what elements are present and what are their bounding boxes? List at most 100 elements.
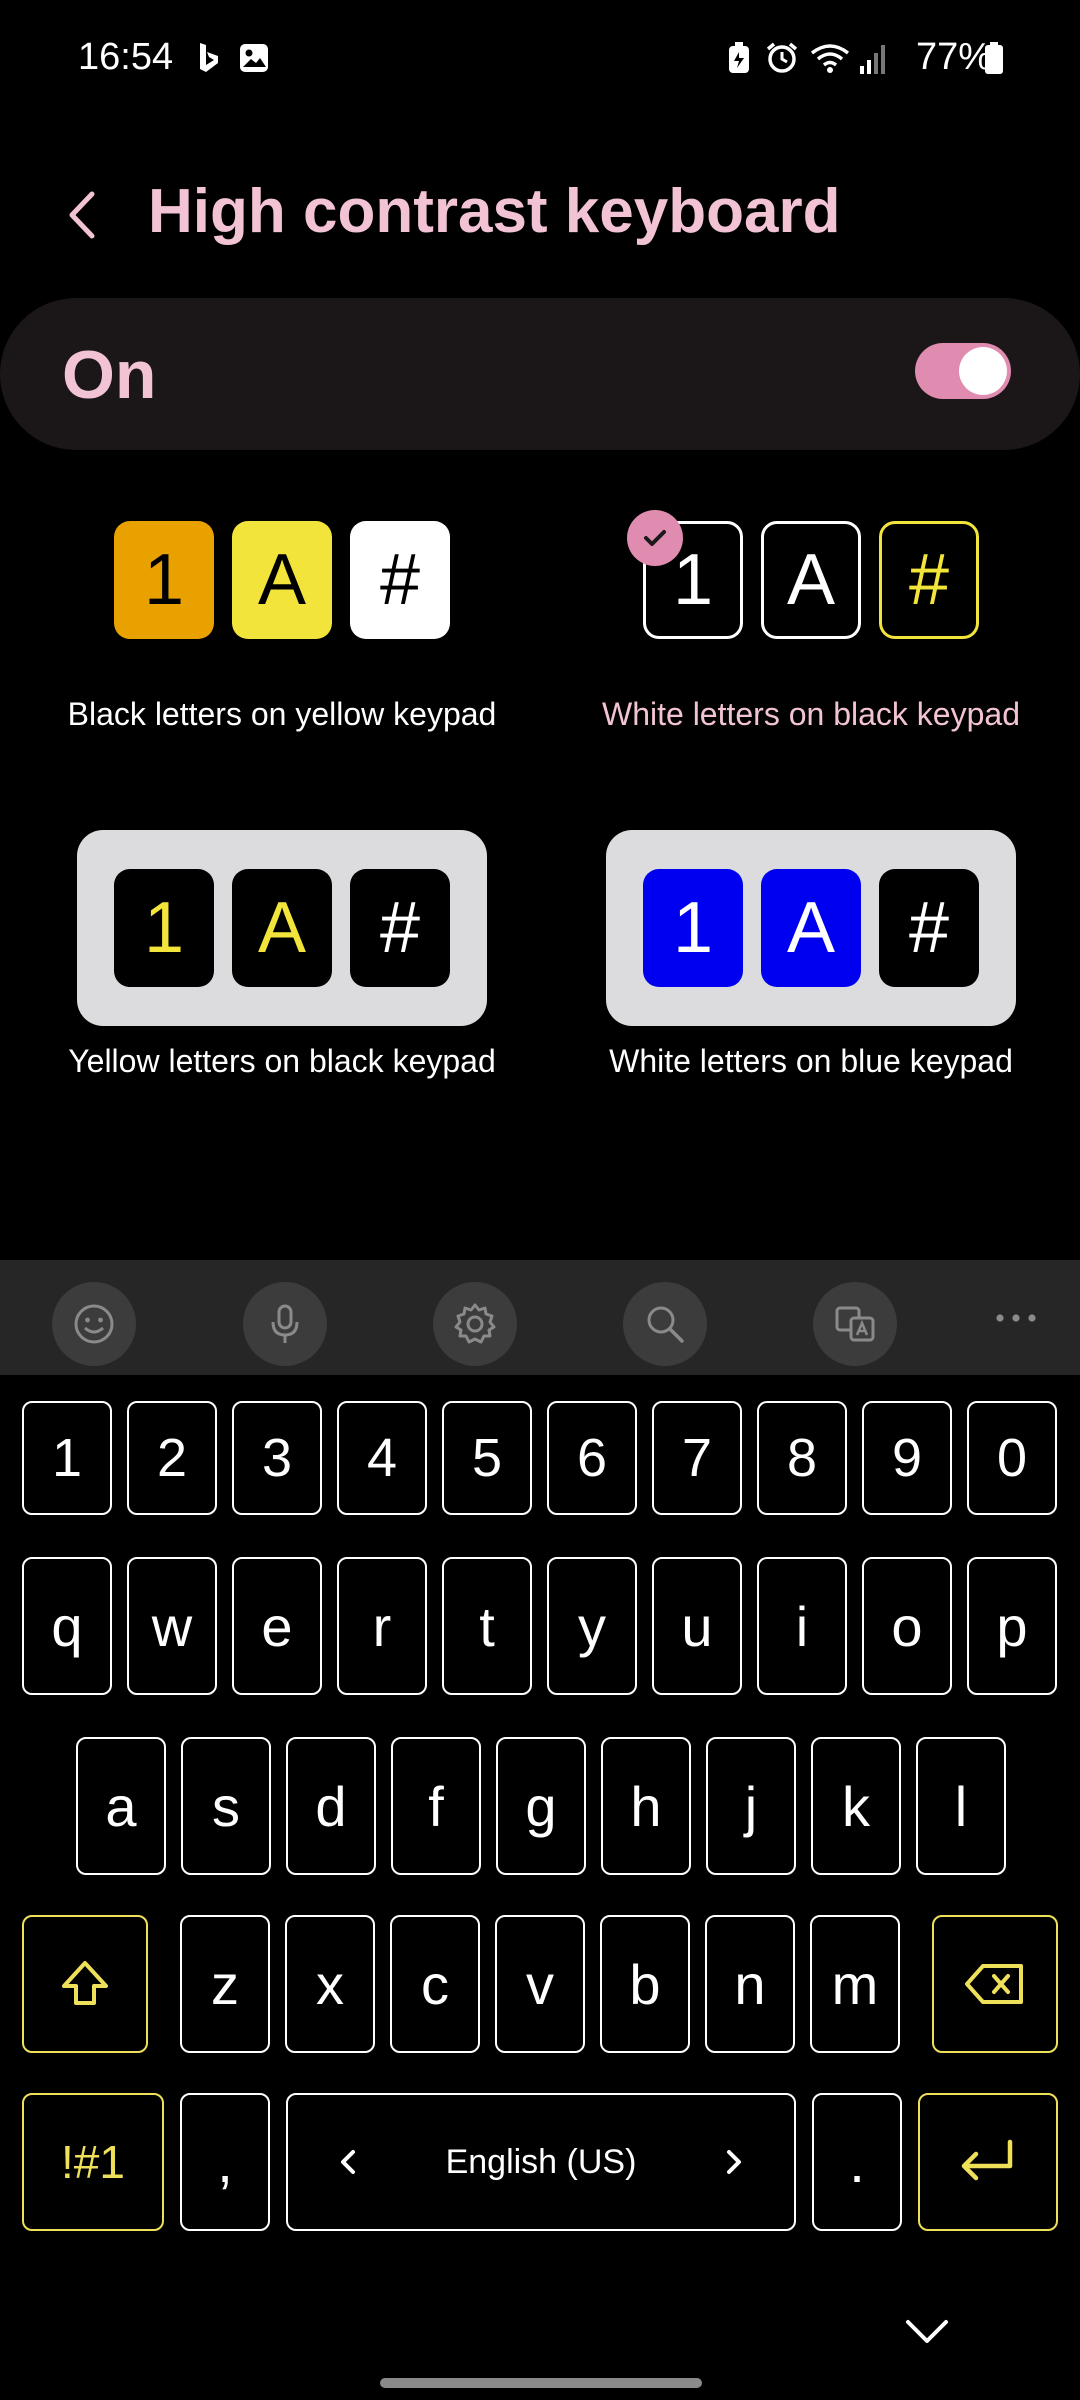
backspace-key[interactable]	[932, 1915, 1058, 2053]
more-icon	[996, 1314, 1036, 1322]
clock: 16:54	[78, 36, 174, 78]
key-b[interactable]: b	[600, 1915, 690, 2053]
key-6[interactable]: 6	[547, 1401, 637, 1515]
preview-key: 1	[114, 521, 214, 639]
key-q[interactable]: q	[22, 1557, 112, 1695]
enter-key[interactable]	[918, 2093, 1058, 2231]
hide-keyboard-button[interactable]	[902, 2312, 952, 2352]
wifi-icon	[808, 40, 852, 76]
battery-percent: 77%	[915, 36, 992, 78]
key-5[interactable]: 5	[442, 1401, 532, 1515]
theme-label: Black letters on yellow keypad	[67, 696, 497, 732]
keyboard-settings-button[interactable]	[433, 1282, 517, 1366]
theme-black-on-yellow[interactable]: 1 A #	[77, 482, 487, 678]
preview-key: #	[879, 869, 979, 987]
more-button[interactable]	[994, 1310, 1038, 1326]
key-t[interactable]: t	[442, 1557, 532, 1695]
microphone-icon	[271, 1304, 299, 1343]
key-d[interactable]: d	[286, 1737, 376, 1875]
preview-key: #	[350, 521, 450, 639]
key-c[interactable]: c	[390, 1915, 480, 2053]
translate-icon	[835, 1306, 875, 1342]
key-v[interactable]: v	[495, 1915, 585, 2053]
alarm-icon	[764, 40, 800, 76]
key-i[interactable]: i	[757, 1557, 847, 1695]
key-f[interactable]: f	[391, 1737, 481, 1875]
key-x[interactable]: x	[285, 1915, 375, 2053]
preview-key: A	[761, 869, 861, 987]
shift-arrow-icon	[62, 1961, 108, 2005]
key-m[interactable]: m	[810, 1915, 900, 2053]
preview-key: 1	[643, 869, 743, 987]
status-bar: 16:54 77%	[0, 0, 1080, 120]
preview-key: #	[350, 869, 450, 987]
theme-white-on-black[interactable]: 1 A #	[606, 482, 1016, 678]
emoji-button[interactable]	[52, 1282, 136, 1366]
theme-white-on-blue[interactable]: 1 A #	[606, 830, 1016, 1026]
bing-icon	[196, 40, 222, 76]
back-button[interactable]	[58, 182, 108, 248]
key-s[interactable]: s	[181, 1737, 271, 1875]
chevron-right-icon	[727, 2150, 741, 2174]
period-key[interactable]: .	[812, 2093, 902, 2231]
chevron-down-icon	[906, 2320, 948, 2343]
space-key[interactable]: English (US)	[286, 2093, 796, 2231]
settings-icon	[454, 1303, 496, 1344]
switch-label: On	[62, 337, 157, 413]
master-toggle[interactable]	[915, 343, 1011, 399]
key-a[interactable]: a	[76, 1737, 166, 1875]
toggle-knob	[959, 347, 1007, 395]
key-3[interactable]: 3	[232, 1401, 322, 1515]
keyboard: 1234567890 qwertyuiop asdfghjkl zxcvbnm …	[0, 1375, 1080, 2400]
chevron-left-icon	[69, 191, 95, 239]
key-4[interactable]: 4	[337, 1401, 427, 1515]
symbols-key[interactable]: !#1	[22, 2093, 164, 2231]
theme-label: Yellow letters on black keypad	[68, 1043, 496, 1079]
gesture-handle[interactable]	[380, 2378, 702, 2388]
key-2[interactable]: 2	[127, 1401, 217, 1515]
key-k[interactable]: k	[811, 1737, 901, 1875]
preview-key: A	[232, 869, 332, 987]
key-w[interactable]: w	[127, 1557, 217, 1695]
key-e[interactable]: e	[232, 1557, 322, 1695]
key-u[interactable]: u	[652, 1557, 742, 1695]
theme-label: White letters on black keypad	[602, 696, 1020, 732]
theme-yellow-on-black[interactable]: 1 A #	[77, 830, 487, 1026]
key-j[interactable]: j	[706, 1737, 796, 1875]
key-y[interactable]: y	[547, 1557, 637, 1695]
key-l[interactable]: l	[916, 1737, 1006, 1875]
comma-key[interactable]: ,	[180, 2093, 270, 2231]
language-label: English (US)	[445, 2142, 637, 2181]
preview-key: A	[232, 521, 332, 639]
battery-icon	[982, 40, 1006, 76]
signal-icon	[858, 40, 888, 76]
key-1[interactable]: 1	[22, 1401, 112, 1515]
key-g[interactable]: g	[496, 1737, 586, 1875]
gallery-icon	[236, 40, 272, 76]
theme-label: White letters on blue keypad	[609, 1043, 1013, 1079]
selected-check-icon	[627, 510, 683, 566]
key-h[interactable]: h	[601, 1737, 691, 1875]
key-8[interactable]: 8	[757, 1401, 847, 1515]
master-switch-bar[interactable]: On	[0, 298, 1080, 450]
emoji-icon	[74, 1304, 114, 1344]
backspace-icon	[965, 1964, 1023, 2004]
voice-input-button[interactable]	[243, 1282, 327, 1366]
battery-saver-icon	[722, 40, 756, 76]
preview-key: #	[879, 521, 979, 639]
key-p[interactable]: p	[967, 1557, 1057, 1695]
page-title: High contrast keyboard	[148, 177, 841, 246]
key-z[interactable]: z	[180, 1915, 270, 2053]
key-r[interactable]: r	[337, 1557, 427, 1695]
shift-key[interactable]	[22, 1915, 148, 2053]
keyboard-toolbar	[0, 1260, 1080, 1375]
key-7[interactable]: 7	[652, 1401, 742, 1515]
key-0[interactable]: 0	[967, 1401, 1057, 1515]
translate-button[interactable]	[813, 1282, 897, 1366]
search-icon	[647, 1306, 684, 1343]
key-o[interactable]: o	[862, 1557, 952, 1695]
preview-key: A	[761, 521, 861, 639]
key-n[interactable]: n	[705, 1915, 795, 2053]
search-button[interactable]	[623, 1282, 707, 1366]
key-9[interactable]: 9	[862, 1401, 952, 1515]
